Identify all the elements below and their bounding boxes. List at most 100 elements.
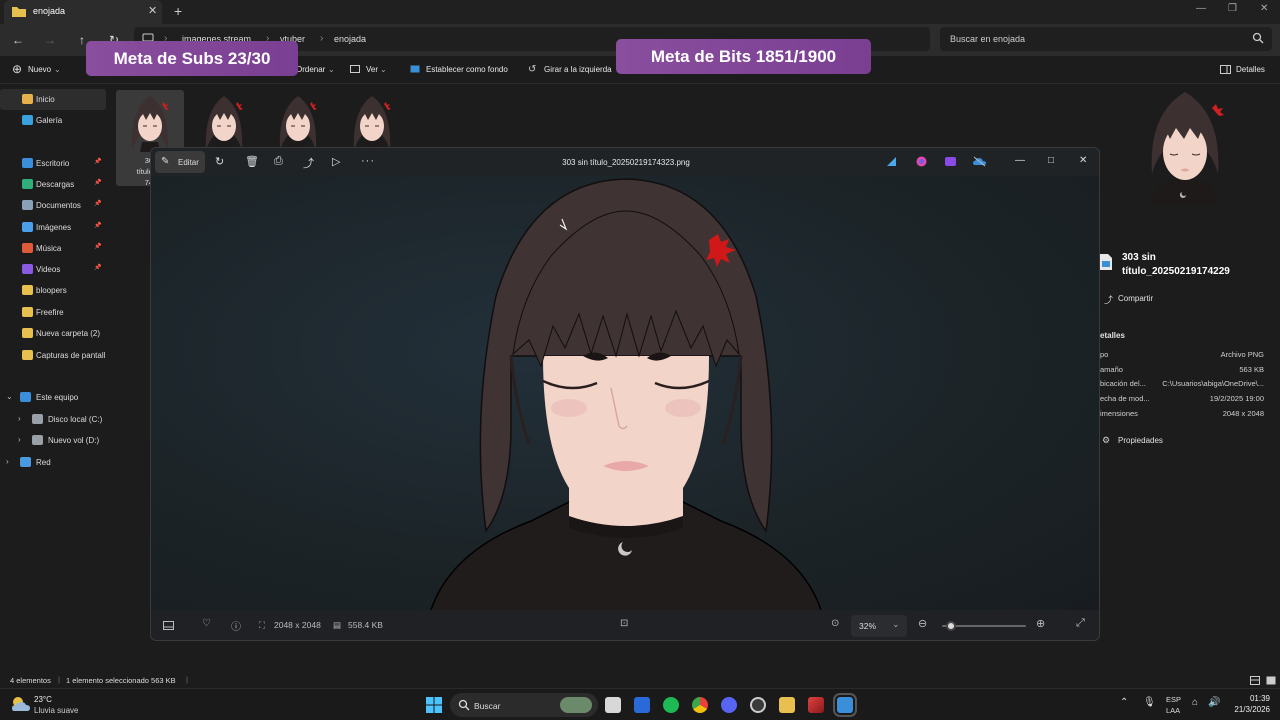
copilot-icon[interactable]	[916, 156, 927, 167]
properties-button[interactable]: Propiedades	[1118, 436, 1163, 445]
pin-icon[interactable]: 📌	[94, 179, 101, 186]
zoom-slider-thumb[interactable]	[946, 621, 957, 631]
set-background-button[interactable]: Establecer como fondo	[426, 65, 508, 74]
sidebar-item-escritorio[interactable]: Escritorio 📌	[0, 153, 106, 174]
taskbar-search[interactable]: Buscar	[450, 693, 598, 717]
search-placeholder: Buscar en enojada	[950, 34, 1026, 44]
sidebar-item-freefire[interactable]: Freefire	[0, 302, 106, 323]
chevron-down-icon[interactable]: ⌄	[6, 392, 13, 401]
sidebar-item-nueva-carpeta-2-[interactable]: Nueva carpeta (2)	[0, 323, 106, 344]
zoom-select[interactable]: 32% ⌄	[851, 615, 907, 637]
sidebar-item-documentos[interactable]: Documentos 📌	[0, 195, 106, 216]
thumbnail[interactable]	[190, 90, 258, 152]
viewer-minimize-icon[interactable]: —	[1015, 155, 1025, 166]
tree-item[interactable]: ⌄ Este equipo	[0, 387, 106, 408]
language-code[interactable]: ESP	[1166, 695, 1181, 704]
sidebar-item-música[interactable]: Música 📌	[0, 238, 106, 259]
pin-icon[interactable]: 📌	[94, 200, 101, 207]
viewer-maximize-icon[interactable]: □	[1048, 155, 1054, 166]
microphone-icon[interactable]: 🎙	[1143, 697, 1156, 708]
spotify-icon[interactable]	[663, 697, 679, 713]
network-icon[interactable]: ⌂	[1192, 697, 1198, 708]
rotate-left-button[interactable]: Girar a la izquierda	[544, 65, 612, 74]
clipchamp-icon[interactable]	[945, 156, 956, 167]
chevron-right-icon[interactable]: ›	[6, 457, 9, 466]
keyboard-layout[interactable]: LAA	[1166, 706, 1180, 715]
viewer-close-icon[interactable]: ✕	[1079, 155, 1087, 166]
sort-button[interactable]: Ordenar	[296, 65, 325, 74]
pin-icon[interactable]: 📌	[94, 264, 101, 271]
zoom-in-icon[interactable]: ⊕	[1036, 617, 1045, 630]
search-icon	[458, 699, 470, 711]
thumbnail[interactable]	[338, 90, 406, 152]
clock-date[interactable]: 21/3/2026	[1226, 705, 1270, 714]
filmstrip-icon[interactable]	[163, 621, 174, 630]
zoom-slider[interactable]	[942, 621, 1026, 631]
share-button[interactable]: Compartir	[1118, 294, 1153, 303]
search-input[interactable]: Buscar en enojada	[940, 27, 1272, 51]
screenshot-icon[interactable]: ⊙	[831, 618, 839, 629]
sidebar-item-bloopers[interactable]: bloopers	[0, 280, 106, 301]
designer-icon[interactable]	[886, 156, 897, 167]
tree-item[interactable]: › Red	[0, 452, 106, 473]
store-icon[interactable]	[634, 697, 650, 713]
taskbar: 23°C Lluvia suave Buscar ⌃ 🎙 ESP LAA ⌂ 🔊…	[0, 688, 1280, 720]
sidebar-item-videos[interactable]: Videos 📌	[0, 259, 106, 280]
network-icon	[20, 457, 31, 467]
discord-icon[interactable]	[721, 697, 737, 713]
close-window-icon[interactable]: ✕	[1260, 3, 1268, 14]
details-button[interactable]: Detalles	[1236, 65, 1265, 74]
onedrive-icon[interactable]	[973, 156, 986, 167]
chevron-right-icon[interactable]: ›	[18, 414, 21, 423]
sidebar-item-label: Videos	[36, 265, 61, 274]
app-icon[interactable]	[808, 697, 824, 713]
pin-icon[interactable]: 📌	[94, 243, 101, 250]
tree-item[interactable]: › Disco local (C:)	[0, 409, 106, 430]
fullscreen-icon[interactable]: ⤢	[1076, 617, 1085, 630]
pin-icon[interactable]: 📌	[94, 222, 101, 229]
clock-time[interactable]: 01:39	[1230, 694, 1270, 703]
sidebar-item-inicio[interactable]: Inicio	[0, 89, 106, 110]
weather-icon[interactable]	[10, 695, 32, 713]
new-tab-button[interactable]: +	[174, 3, 182, 19]
info-icon[interactable]: ⓘ	[231, 618, 241, 633]
tab-close-icon[interactable]: ✕	[148, 5, 157, 17]
zoom-out-icon[interactable]: ⊖	[918, 617, 927, 630]
maximize-icon[interactable]: ❐	[1228, 3, 1237, 14]
image-canvas[interactable]	[151, 176, 1099, 610]
folder-icon	[22, 264, 33, 274]
sidebar-item-galería[interactable]: Galería	[0, 110, 106, 131]
back-icon[interactable]: ←	[10, 32, 26, 48]
file-explorer-icon[interactable]	[779, 697, 795, 713]
divider: |	[186, 675, 188, 684]
thumbnail[interactable]	[264, 90, 332, 152]
minimize-icon[interactable]: —	[1196, 3, 1206, 14]
details-view-icon[interactable]	[1250, 676, 1260, 685]
tree-item[interactable]: › Nuevo vol (D:)	[0, 430, 106, 451]
photos-icon[interactable]	[833, 693, 857, 717]
view-button[interactable]: Ver	[366, 65, 378, 74]
sidebar-item-descargas[interactable]: Descargas 📌	[0, 174, 106, 195]
obs-icon[interactable]	[750, 697, 766, 713]
new-button[interactable]: Nuevo	[28, 65, 51, 74]
breadcrumb-enojada[interactable]: enojada	[334, 34, 366, 44]
pin-icon[interactable]: 📌	[94, 158, 101, 165]
tab-enojada[interactable]: enojada ✕	[4, 0, 162, 24]
volume-icon[interactable]: 🔊	[1208, 697, 1220, 708]
chevron-right-icon[interactable]: ›	[18, 435, 21, 444]
sidebar-item-label: Música	[36, 244, 62, 253]
details-row: po Archivo PNG	[1100, 350, 1268, 359]
chrome-icon[interactable]	[692, 697, 708, 713]
windows-start-icon[interactable]	[426, 697, 442, 713]
task-view-icon[interactable]	[605, 697, 621, 713]
sidebar-item-imágenes[interactable]: Imágenes 📌	[0, 217, 106, 238]
chevron-up-icon[interactable]: ⌃	[1120, 697, 1128, 708]
favorite-icon[interactable]: ♡	[202, 618, 211, 629]
tiles-view-icon[interactable]	[1266, 676, 1276, 685]
sidebar-item-label: Escritorio	[36, 159, 70, 168]
sidebar-item-capturas-de-pantall[interactable]: Capturas de pantall	[0, 345, 106, 366]
folder-icon	[22, 222, 33, 232]
forward-icon[interactable]: →	[42, 32, 58, 48]
fit-to-window-icon[interactable]: ⊡	[620, 618, 628, 629]
folder-icon	[22, 307, 33, 317]
